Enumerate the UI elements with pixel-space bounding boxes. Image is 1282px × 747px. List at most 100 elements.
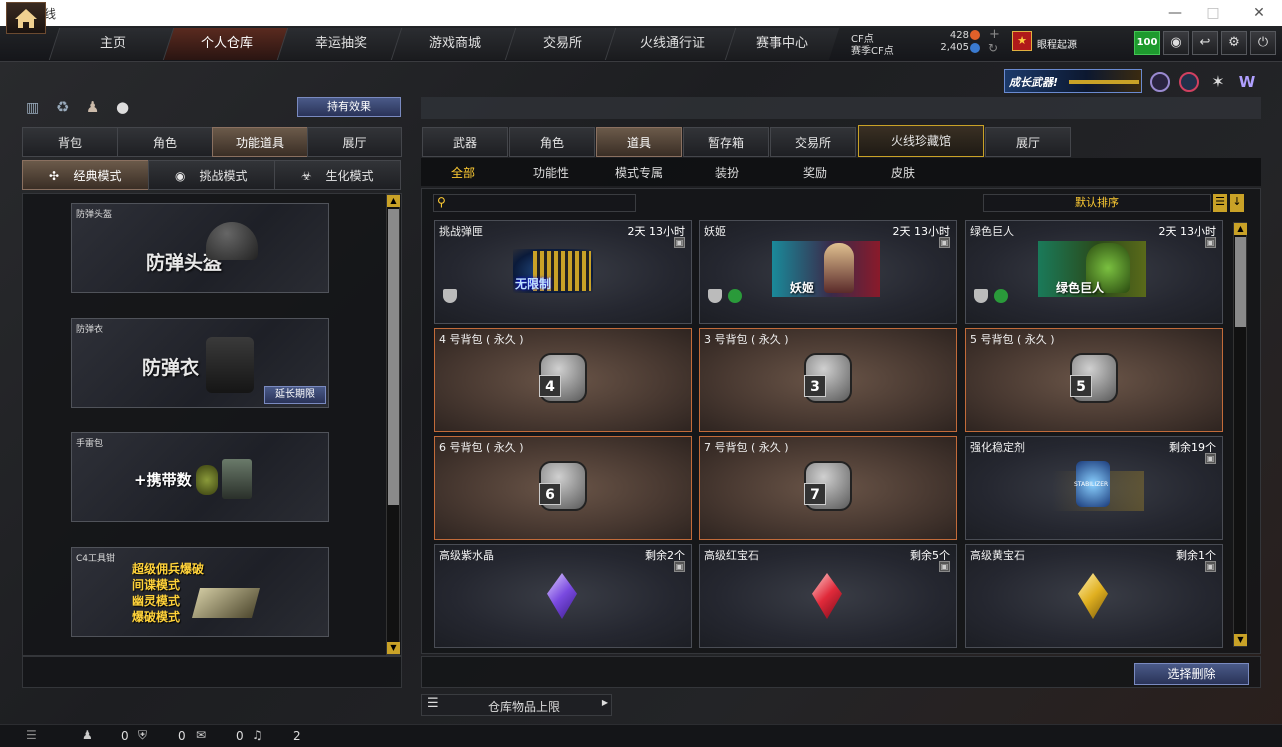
item-card-green-giant[interactable]: 绿色巨人 2天 13小时 ▣ 绿色巨人 (965, 220, 1223, 324)
subtab-outfit[interactable]: 装扮 (692, 160, 762, 186)
right-tab-showroom[interactable]: 展厅 (985, 127, 1071, 157)
trash-icon[interactable]: ▣ (939, 561, 950, 572)
trash-icon[interactable]: ▣ (939, 237, 950, 248)
trash-icon[interactable]: ▣ (1205, 237, 1216, 248)
tab-personal-storage[interactable]: 个人仓库 (162, 28, 292, 60)
scroll-thumb[interactable] (1235, 237, 1246, 327)
sort-dropdown[interactable]: 默认排序 (983, 194, 1211, 212)
item-card-amethyst[interactable]: 高级紫水晶 剩余2个 ▣ (434, 544, 692, 648)
sort-direction-icon[interactable]: ↓ (1230, 194, 1244, 212)
tab-battle-pass[interactable]: 火线通行证 (604, 28, 740, 60)
trash-icon[interactable]: ▣ (674, 561, 685, 572)
subtab-all[interactable]: 全部 (428, 160, 498, 186)
stats-icon[interactable]: ▥ (26, 100, 44, 116)
subtab-mode-exclusive[interactable]: 模式专属 (604, 160, 674, 186)
tab-exchange[interactable]: 交易所 (504, 28, 620, 60)
select-delete-button[interactable]: 选择删除 (1134, 663, 1249, 685)
tab-shop[interactable]: 游戏商城 (390, 28, 520, 60)
right-tab-collection[interactable]: 火线珍藏馆 (858, 125, 984, 157)
subtab-reward[interactable]: 奖励 (780, 160, 850, 186)
biohazard-badge-icon (728, 289, 742, 303)
scroll-down-icon[interactable]: ▼ (387, 642, 400, 654)
card-helmet[interactable]: 防弹头盔 防弹头盔 (71, 203, 329, 293)
trash-icon[interactable]: ▣ (1205, 453, 1216, 464)
home-button[interactable] (6, 2, 46, 34)
tab-lucky-draw[interactable]: 幸运抽奖 (276, 28, 406, 60)
right-header-strip (421, 97, 1261, 119)
item-card-bag-4[interactable]: 4 号背包 ( 永久 ) 4 (434, 328, 692, 432)
item-scrollbar[interactable]: ▲ ▼ (1233, 222, 1247, 647)
friends-icon[interactable]: ♟ (82, 728, 93, 742)
return-icon[interactable]: ↩ (1192, 31, 1218, 55)
right-tab-temp-box[interactable]: 暂存箱 (683, 127, 769, 157)
right-tab-weapons[interactable]: 武器 (422, 127, 508, 157)
close-icon[interactable]: ✕ (1244, 3, 1274, 23)
subtab-functional[interactable]: 功能性 (516, 160, 586, 186)
speaker-icon[interactable]: ♫ (252, 728, 263, 742)
item-card-bag-3[interactable]: 3 号背包 ( 永久 ) 3 (699, 328, 957, 432)
left-tab-showroom[interactable]: 展厅 (307, 127, 402, 157)
left-tab-backpack[interactable]: 背包 (22, 127, 118, 157)
right-tab-exchange[interactable]: 交易所 (770, 127, 856, 157)
friends-count: 0 (121, 729, 129, 743)
scroll-down-icon[interactable]: ▼ (1234, 634, 1247, 646)
item-card-ruby[interactable]: 高级红宝石 剩余5个 ▣ (699, 544, 957, 648)
power-icon[interactable]: ⏻ (1250, 31, 1276, 55)
profile-icon[interactable]: ◉ (1163, 31, 1189, 55)
left-tab-function-items[interactable]: 功能道具 (212, 127, 308, 157)
mode-tab-biochem[interactable]: ☣ 生化模式 (274, 160, 401, 190)
minimize-icon[interactable]: — (1160, 3, 1190, 23)
w-logo-icon[interactable]: W (1236, 72, 1258, 92)
subtab-skin[interactable]: 皮肤 (868, 160, 938, 186)
shield-status-icon[interactable]: ⛨ (138, 728, 147, 743)
chat-icon[interactable]: ✉ (196, 728, 206, 742)
menu-list-icon[interactable]: ☰ (26, 728, 37, 742)
ruby-gem-icon (812, 573, 842, 619)
card-body-armor[interactable]: 防弹衣 防弹衣 延长期限 (71, 318, 329, 408)
star-badge-icon[interactable]: ✶ (1208, 72, 1228, 92)
item-card-stabilizer[interactable]: 强化稳定剂 剩余19个 ▣ STABILIZER (965, 436, 1223, 540)
item-name: 绿色巨人 (970, 225, 1014, 238)
growth-weapon-banner[interactable]: 成长武器! (1004, 69, 1142, 93)
mode-tab-classic[interactable]: ✣ 经典模式 (22, 160, 149, 190)
holding-effect-button[interactable]: 持有效果 (297, 97, 401, 117)
item-card-topaz[interactable]: 高级黄宝石 剩余1个 ▣ (965, 544, 1223, 648)
scroll-up-icon[interactable]: ▲ (387, 195, 400, 207)
currency-info: CF点 428 赛季CF点 2,405 + ↻ (846, 27, 1026, 59)
mode-tab-challenge[interactable]: ◉ 挑战模式 (148, 160, 275, 190)
refresh-icon[interactable]: ↻ (988, 41, 998, 55)
extend-period-button[interactable]: 延长期限 (264, 386, 326, 404)
card-grenade-bag[interactable]: 手雷包 +携带数 (71, 432, 329, 522)
storage-limit-bar[interactable]: ☰ 仓库物品上限 ▶ (421, 694, 612, 716)
item-card-challenge-mag[interactable]: 挑战弹匣 2天 13小时 ▣ 无限制 (434, 220, 692, 324)
maximize-icon[interactable]: □ (1198, 3, 1228, 23)
grenade-icon[interactable]: ● (116, 98, 134, 116)
search-input[interactable] (452, 196, 632, 210)
right-tab-items[interactable]: 道具 (596, 127, 682, 157)
settings-gear-icon[interactable]: ⚙ (1221, 31, 1247, 55)
left-tab-character[interactable]: 角色 (117, 127, 213, 157)
list-view-icon[interactable]: ☰ (1213, 194, 1227, 212)
shield-icon (708, 289, 722, 303)
cycle-icon[interactable]: ♻ (56, 98, 74, 116)
item-card-yaoji[interactable]: 妖姬 2天 13小时 ▣ 妖姬 (699, 220, 957, 324)
item-card-bag-6[interactable]: 6 号背包 ( 永久 ) 6 (434, 436, 692, 540)
globe-icon[interactable] (1179, 72, 1199, 92)
item-card-bag-7[interactable]: 7 号背包 ( 永久 ) 7 (699, 436, 957, 540)
tab-home[interactable]: 主页 (48, 28, 178, 60)
scroll-thumb[interactable] (388, 209, 399, 505)
left-scrollbar[interactable]: ▲ ▼ (386, 194, 400, 655)
right-tab-character[interactable]: 角色 (509, 127, 595, 157)
trash-icon[interactable]: ▣ (674, 237, 685, 248)
level-badge[interactable]: 100 (1134, 31, 1160, 55)
item-card-bag-5[interactable]: 5 号背包 ( 永久 ) 5 (965, 328, 1223, 432)
soldier-icon[interactable]: ♟ (86, 98, 104, 116)
badge-v-icon[interactable] (1150, 72, 1170, 92)
card-c4-pliers[interactable]: C4工具钳 超级佣兵爆破 间谍模式 幽灵模式 爆破模式 (71, 547, 329, 637)
tab-label: 赛事中心 (756, 36, 809, 51)
scroll-up-icon[interactable]: ▲ (1234, 223, 1247, 235)
trash-icon[interactable]: ▣ (1205, 561, 1216, 572)
add-cf-icon[interactable]: + (989, 27, 1000, 42)
search-box[interactable]: ⚲ (433, 194, 636, 212)
tab-events[interactable]: 赛事中心 (724, 28, 840, 60)
